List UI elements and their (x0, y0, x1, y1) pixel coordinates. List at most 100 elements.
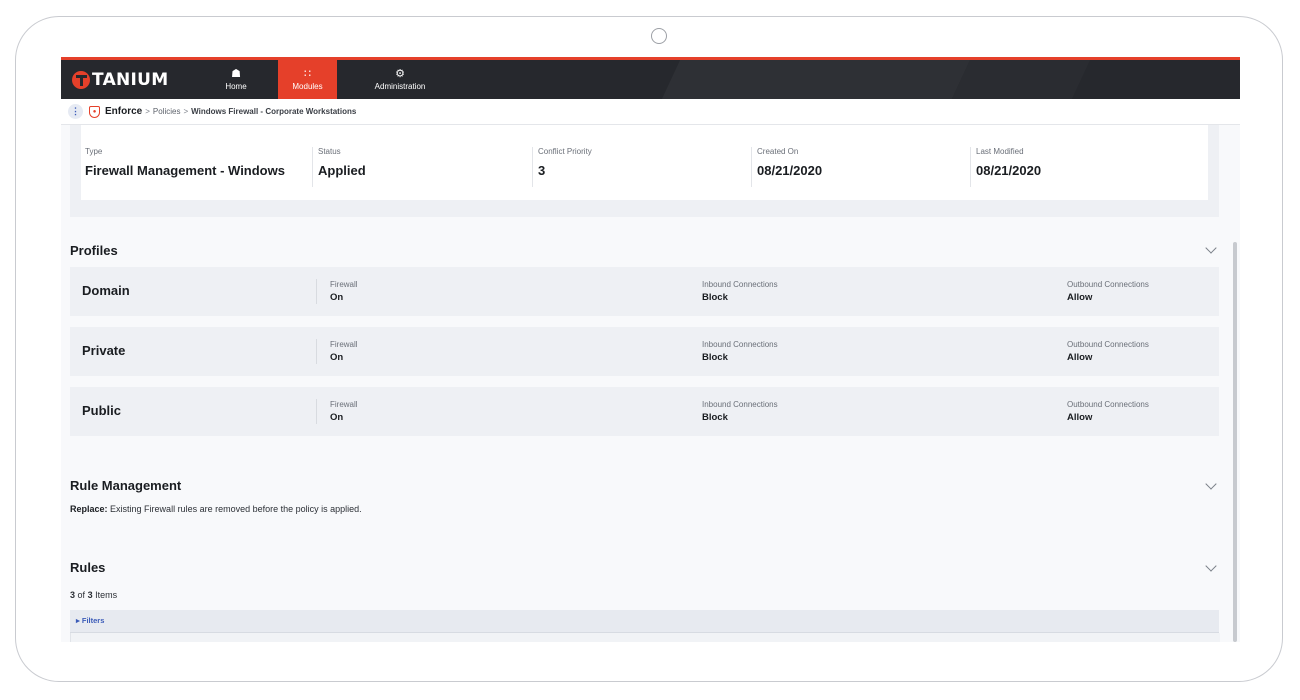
breadcrumb: ⋮ ● Enforce > Policies > Windows Firewal… (61, 99, 1240, 125)
rules-shown-count: 3 (70, 590, 76, 600)
rules-items-text: Items (95, 590, 118, 600)
summary-created-value: 08/21/2020 (757, 163, 823, 178)
summary-type: Type Firewall Management - Windows (85, 147, 285, 178)
summary-priority-value: 3 (538, 163, 546, 178)
tanium-logo-icon (72, 71, 90, 89)
profile-inbound: Inbound Connections Block (702, 280, 778, 303)
summary-last-modified: Last Modified 08/21/2020 (976, 147, 1041, 178)
filters-bar[interactable]: ▸ Filters (70, 610, 1219, 633)
breadcrumb-policies[interactable]: Policies (153, 107, 181, 116)
firewall-label: Firewall (330, 340, 358, 349)
profile-divider (316, 279, 317, 304)
rule-management-description: Replace: Existing Firewall rules are rem… (70, 504, 362, 514)
nav-home-label: Home (225, 82, 247, 91)
rule-mode-description: Existing Firewall rules are removed befo… (110, 504, 362, 514)
profile-name: Private (82, 343, 126, 358)
summary-modified-value: 08/21/2020 (976, 163, 1042, 178)
filters-label: Filters (81, 616, 105, 625)
profile-outbound: Outbound Connections Allow (1067, 400, 1149, 423)
summary-status-label: Status (318, 147, 341, 156)
inbound-value: Block (702, 292, 728, 303)
summary-conflict-priority: Conflict Priority 3 (538, 147, 592, 178)
nav-modules-label: Modules (292, 82, 323, 91)
profile-name: Public (82, 403, 122, 418)
outbound-value: Allow (1067, 412, 1093, 423)
rules-item-count: 3 of 3 Items (70, 590, 117, 600)
profile-row-private: Private Firewall On Inbound Connections … (70, 327, 1219, 376)
tanium-logo[interactable]: TANIUM (72, 70, 169, 90)
summary-modified-label: Last Modified (976, 147, 1024, 156)
nav-administration-label: Administration (374, 82, 426, 91)
vertical-scrollbar[interactable] (1233, 242, 1237, 642)
top-navbar: TANIUM ☗ Home ∷ Modules ⚙ Administration (61, 60, 1240, 99)
rules-total-count: 3 (87, 590, 93, 600)
inbound-label: Inbound Connections (702, 280, 778, 289)
inbound-label: Inbound Connections (702, 400, 778, 409)
outbound-label: Outbound Connections (1067, 280, 1149, 289)
gears-icon: ⚙ (395, 68, 405, 80)
outbound-value: Allow (1067, 292, 1093, 303)
firewall-value: On (330, 292, 344, 303)
enforce-shield-icon: ● (89, 105, 100, 118)
home-icon: ☗ (231, 68, 241, 80)
brand-name: TANIUM (92, 70, 169, 90)
profile-row-domain: Domain Firewall On Inbound Connections B… (70, 267, 1219, 316)
summary-priority-label: Conflict Priority (538, 147, 592, 156)
app-screen: TANIUM ☗ Home ∷ Modules ⚙ Administration… (61, 57, 1240, 642)
summary-status: Status Applied (318, 147, 366, 178)
filters-toggle[interactable]: ▸ Filters (76, 616, 104, 625)
outbound-label: Outbound Connections (1067, 400, 1149, 409)
profile-divider (316, 339, 317, 364)
profiles-heading: Profiles (70, 243, 118, 258)
inbound-label: Inbound Connections (702, 340, 778, 349)
rules-table (70, 633, 1220, 642)
firewall-value: On (330, 412, 344, 423)
summary-divider (532, 147, 533, 187)
profile-inbound: Inbound Connections Block (702, 400, 778, 423)
rule-management-heading: Rule Management (70, 478, 182, 493)
firewall-value: On (330, 352, 344, 363)
breadcrumb-separator: > (145, 107, 150, 116)
inbound-value: Block (702, 412, 728, 423)
profile-outbound: Outbound Connections Allow (1067, 340, 1149, 363)
nav-decor-stripe (661, 60, 971, 99)
firewall-label: Firewall (330, 400, 358, 409)
outbound-value: Allow (1067, 352, 1093, 363)
profile-firewall: Firewall On (330, 340, 358, 363)
nav-administration[interactable]: ⚙ Administration (366, 60, 434, 99)
profile-row-public: Public Firewall On Inbound Connections B… (70, 387, 1219, 436)
profile-outbound: Outbound Connections Allow (1067, 280, 1149, 303)
summary-created-label: Created On (757, 147, 799, 156)
profile-firewall: Firewall On (330, 280, 358, 303)
breadcrumb-current: Windows Firewall - Corporate Workstation… (191, 107, 357, 116)
summary-type-label: Type (85, 147, 103, 156)
caret-right-icon: ▸ (76, 616, 80, 625)
kebab-menu-icon[interactable]: ⋮ (68, 104, 83, 119)
outbound-label: Outbound Connections (1067, 340, 1149, 349)
breadcrumb-separator: > (183, 107, 189, 116)
summary-type-value: Firewall Management - Windows (85, 163, 285, 178)
summary-divider (751, 147, 752, 187)
summary-status-value: Applied (318, 163, 366, 178)
profile-divider (316, 399, 317, 424)
profile-firewall: Firewall On (330, 400, 358, 423)
rules-of-text: of (77, 590, 86, 600)
summary-divider (970, 147, 971, 187)
profile-name: Domain (82, 283, 130, 298)
inbound-value: Block (702, 352, 728, 363)
summary-created-on: Created On 08/21/2020 (757, 147, 822, 178)
nav-modules[interactable]: ∷ Modules (278, 60, 337, 99)
profiles-collapse-chevron-icon[interactable] (1205, 242, 1217, 254)
rules-collapse-chevron-icon[interactable] (1205, 560, 1217, 572)
summary-divider (312, 147, 313, 187)
profile-inbound: Inbound Connections Block (702, 340, 778, 363)
rule-mode-label: Replace: (70, 504, 108, 514)
grid-icon: ∷ (304, 68, 311, 80)
firewall-label: Firewall (330, 280, 358, 289)
breadcrumb-module[interactable]: Enforce (105, 106, 142, 117)
nav-decor-stripe (951, 60, 1091, 99)
camera-icon (651, 28, 667, 44)
rule-management-collapse-chevron-icon[interactable] (1205, 478, 1217, 490)
nav-home[interactable]: ☗ Home (213, 60, 259, 99)
rules-heading: Rules (70, 560, 106, 575)
